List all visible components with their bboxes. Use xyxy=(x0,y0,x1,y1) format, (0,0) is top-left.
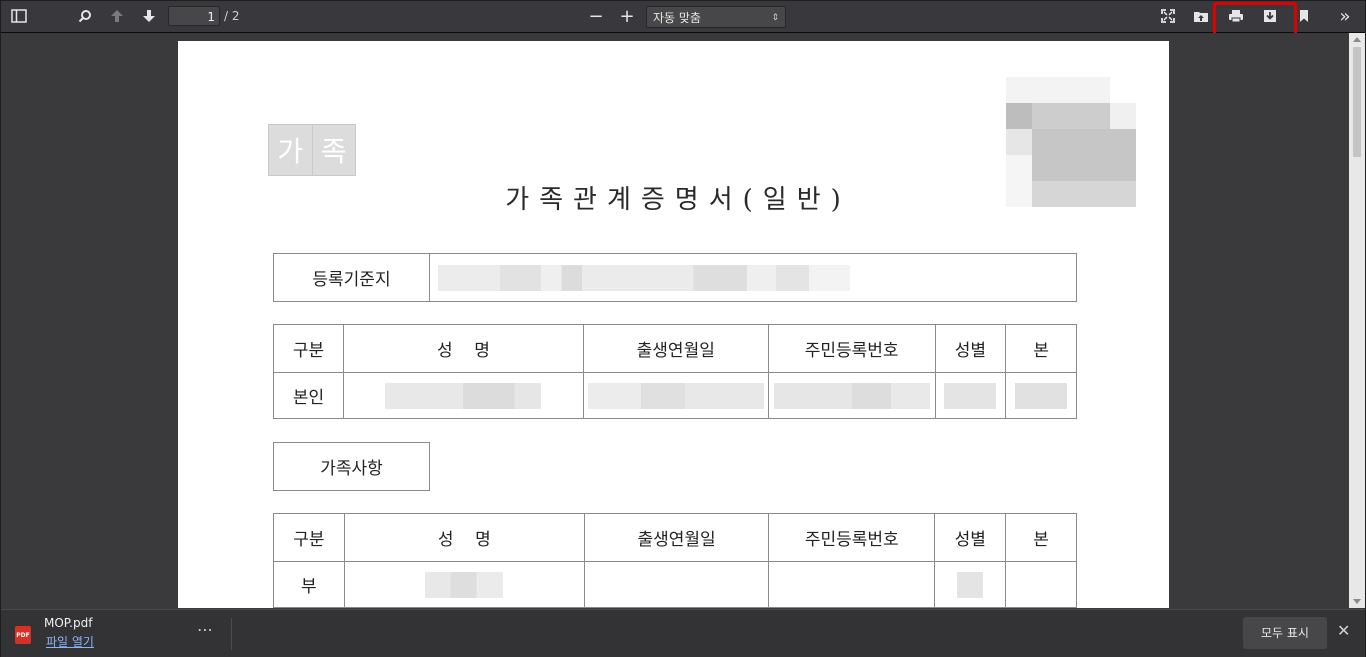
close-icon[interactable]: ✕ xyxy=(1337,621,1350,640)
show-all-button[interactable]: 모두 표시 xyxy=(1243,617,1327,649)
divider xyxy=(231,618,232,650)
redacted-cell xyxy=(582,372,769,419)
document-viewer[interactable]: 가 족 가족관계증명서(일반) 등록기준지 구분 성 명 출생연월일 주민등록번… xyxy=(1,33,1349,608)
arrow-down-icon[interactable] xyxy=(137,5,161,27)
redacted-cell xyxy=(583,561,770,608)
redacted-cell xyxy=(934,561,1007,608)
plus-icon[interactable]: + xyxy=(615,5,639,27)
pdf-toolbar: 1 / 2 − + 자동 맞춤 ⇕ » xyxy=(1,1,1365,33)
header-gender: 성별 xyxy=(934,513,1007,562)
family-section-label: 가족사항 xyxy=(273,442,430,491)
open-file-link[interactable]: 파일 열기 xyxy=(46,633,94,650)
document-title: 가족관계증명서(일반) xyxy=(505,185,851,215)
arrow-up-icon[interactable] xyxy=(105,5,129,27)
redacted-cell xyxy=(1005,372,1077,419)
header-name: 성 명 xyxy=(343,513,585,562)
header-category: 구분 xyxy=(273,513,345,562)
more-options-icon[interactable]: ⋯ xyxy=(197,620,214,639)
search-icon[interactable] xyxy=(73,5,97,27)
header-name: 성 명 xyxy=(343,324,584,373)
stamp-char: 족 xyxy=(312,125,355,175)
zoom-select[interactable]: 자동 맞춤 ⇕ xyxy=(646,6,786,28)
header-birthdate: 출생연월일 xyxy=(583,513,770,562)
zoom-value: 자동 맞춤 xyxy=(653,11,701,25)
sidebar-toggle-icon[interactable] xyxy=(7,5,31,27)
header-origin: 본 xyxy=(1005,324,1077,373)
vertical-scrollbar[interactable] xyxy=(1349,33,1365,608)
registry-table: 등록기준지 xyxy=(273,253,1077,302)
scrollbar-thumb[interactable] xyxy=(1353,47,1361,157)
stamp-char: 가 xyxy=(269,125,313,175)
minus-icon[interactable]: − xyxy=(584,5,608,27)
redacted-photo xyxy=(1006,77,1136,207)
redacted-cell xyxy=(1005,561,1077,608)
seal-stamp: 가 족 xyxy=(268,124,356,176)
download-bar: PDF MOP.pdf 파일 열기 ⋯ 모두 표시 ✕ xyxy=(1,609,1365,657)
family-first-label: 부 xyxy=(273,561,345,608)
pdf-file-icon: PDF xyxy=(15,626,31,644)
self-table: 구분 성 명 출생연월일 주민등록번호 성별 본 본인 xyxy=(272,324,1077,419)
presentation-mode-icon[interactable] xyxy=(1156,5,1180,27)
header-resident-number: 주민등록번호 xyxy=(767,324,936,373)
self-label: 본인 xyxy=(272,372,345,419)
redacted-cell xyxy=(767,372,936,419)
header-gender: 성별 xyxy=(934,324,1007,373)
header-birthdate: 출생연월일 xyxy=(582,324,769,373)
open-file-icon[interactable] xyxy=(1189,5,1213,27)
header-resident-number: 주민등록번호 xyxy=(768,513,936,562)
double-chevron-right-icon[interactable]: » xyxy=(1333,5,1357,27)
scroll-down-icon[interactable] xyxy=(1353,599,1361,604)
redacted-cell xyxy=(343,561,585,608)
pdf-page: 가 족 가족관계증명서(일반) 등록기준지 구분 성 명 출생연월일 주민등록번… xyxy=(178,41,1169,608)
family-section-box: 가족사항 xyxy=(273,442,430,491)
select-caret-icon: ⇕ xyxy=(771,13,779,23)
scroll-up-icon[interactable] xyxy=(1353,37,1361,42)
registry-label: 등록기준지 xyxy=(273,253,430,302)
registry-value-redacted xyxy=(429,253,1077,302)
redacted-cell xyxy=(934,372,1007,419)
redacted-cell xyxy=(343,372,584,419)
header-category: 구분 xyxy=(272,324,345,373)
page-count: / 2 xyxy=(224,9,240,23)
download-file-name[interactable]: MOP.pdf xyxy=(44,616,92,630)
page-number-input[interactable]: 1 xyxy=(168,6,220,26)
family-table: 구분 성 명 출생연월일 주민등록번호 성별 본 부 xyxy=(273,513,1077,608)
header-origin: 본 xyxy=(1005,513,1077,562)
redacted-cell xyxy=(768,561,936,608)
